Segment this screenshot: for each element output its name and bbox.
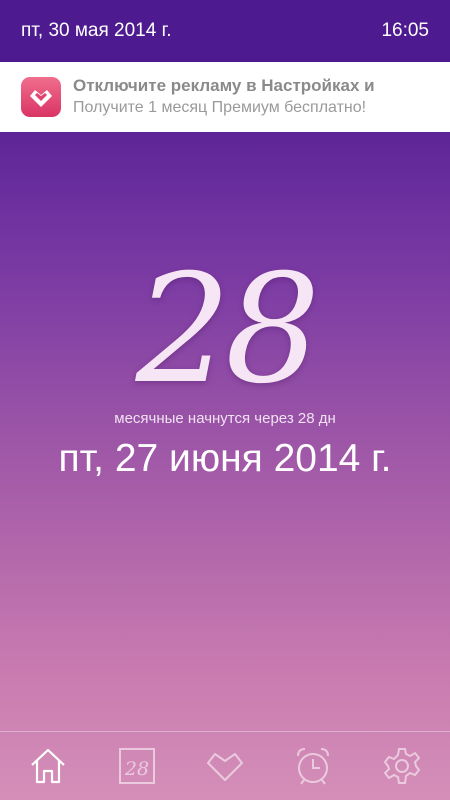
alarm-clock-icon xyxy=(297,748,330,785)
tab-heart[interactable] xyxy=(195,736,255,796)
status-time: 16:05 xyxy=(381,20,429,41)
countdown-number: 28 xyxy=(135,243,321,417)
ad-title: Отключите рекламу в Настройках и xyxy=(73,76,375,95)
countdown-caption: месячные начнутся через 28 дн xyxy=(114,410,336,427)
ad-banner[interactable]: Отключите рекламу в Настройках и Получит… xyxy=(0,62,450,132)
ad-text: Отключите рекламу в Настройках и Получит… xyxy=(73,75,375,119)
heart-icon xyxy=(21,77,61,117)
tab-alarm[interactable] xyxy=(283,736,343,796)
gear-icon xyxy=(383,748,421,784)
home-icon xyxy=(31,748,65,784)
tab-settings[interactable] xyxy=(372,736,432,796)
next-period-date: пт, 27 июня 2014 г. xyxy=(58,437,392,480)
status-date: пт, 30 мая 2014 г. xyxy=(21,20,172,41)
calendar-icon: 28 xyxy=(118,748,155,784)
status-bar: пт, 30 мая 2014 г. 16:05 xyxy=(0,0,450,62)
tab-home[interactable] xyxy=(18,736,78,796)
ad-subtitle: Получите 1 месяц Премиум бесплатно! xyxy=(73,99,367,116)
tab-calendar[interactable]: 28 xyxy=(107,736,167,796)
tab-bar: 28 xyxy=(0,731,450,800)
heart-icon xyxy=(206,753,243,781)
calendar-tab-label: 28 xyxy=(123,758,148,780)
